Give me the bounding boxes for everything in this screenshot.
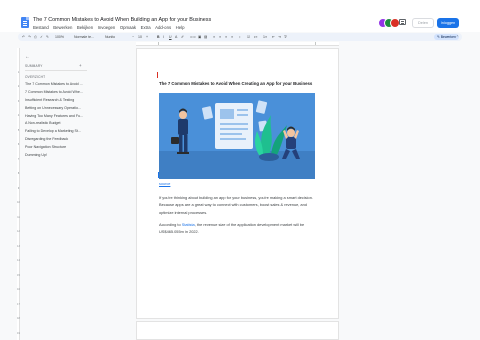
line-spacing-icon[interactable]: ↕ [239,34,241,40]
menu-edit[interactable]: Bewerken [53,25,72,30]
outline-item[interactable]: Having Too Many Features and Fu... [25,113,91,121]
ruler-tick: 1 [17,70,20,74]
ruler-margins[interactable] [158,42,316,45]
undo-icon[interactable]: ↶ [22,34,25,40]
docs-logo-icon[interactable] [21,17,29,28]
outline-item[interactable]: Betting on Unnecessary Operatio... [25,105,91,113]
align-right-icon[interactable]: ≡ [225,34,227,40]
text-color-icon[interactable]: A [175,34,177,40]
ruler-tick: 12 [17,230,20,233]
spellcheck-icon[interactable]: ✓ [40,34,43,40]
source-link[interactable]: source [159,182,170,186]
star-icon[interactable]: ☆ [190,16,195,23]
editing-mode-label: Bewerken [440,35,456,39]
statistics-paragraph[interactable]: According to Statista, the revenue size … [159,221,315,236]
ruler-tick: 14 [17,259,20,262]
font-size-input[interactable]: 10 [138,34,142,40]
ruler-tick: 9 [17,186,20,190]
horizontal-ruler[interactable] [136,42,339,46]
outline-list: The 7 Common Mistakes to Avoid ... 7 Com… [25,81,91,160]
hero-illustration[interactable] [159,93,315,179]
ruler-tick: 2 [17,85,20,88]
image-icon[interactable]: ▨ [204,34,207,40]
menu-tools[interactable]: Extra [141,25,151,30]
align-center-icon[interactable]: ≡ [219,34,221,40]
ruler-tick: 5 [17,128,20,132]
bulleted-list-icon[interactable]: •≡ [254,34,257,40]
menu-insert[interactable]: Invoegen [98,25,116,30]
ruler-tick: 19 [17,331,20,335]
intro-paragraph[interactable]: If you're thinking about building an app… [159,194,315,216]
divider [25,70,87,71]
bold-icon[interactable]: B [157,34,160,40]
link-icon[interactable]: ⊂⊃ [190,34,196,40]
ruler-tick: 18 [17,317,20,320]
outline-item[interactable]: Disregarding the Feedback [25,136,91,144]
ruler-tick: 4 [17,114,20,117]
ruler-tick: 11 [17,215,20,219]
ruler-tick: 16 [17,288,20,291]
ruler-tick: 17 [17,302,20,306]
ruler-tick: 15 [17,273,20,277]
underline-icon[interactable]: U [169,34,172,40]
text-cursor [158,172,160,178]
toolbar: ↶ ↷ ⎙ ✓ ✎ 100% Normale te... Nunito − 10… [18,33,462,41]
print-icon[interactable]: ⎙ [34,34,37,40]
menu-bar: Bestand Bewerken Bekijken Invoegen Opmaa… [33,25,184,30]
font-size-increase-icon[interactable]: + [146,34,148,40]
title-bar: The 7 Common Mistakes to Avoid When Buil… [0,0,480,32]
docs-app: The 7 Common Mistakes to Avoid When Buil… [0,0,480,340]
outline-item[interactable]: Insufficient Research & Testing [25,97,91,105]
share-button-secondary[interactable]: Delen [412,18,434,28]
font-select[interactable]: Nunito [105,34,115,40]
outline-item[interactable]: Failing to Develop a Marketing St... [25,128,91,136]
increase-indent-icon[interactable]: ⇥ [278,34,281,40]
ruler-tick: 7 [17,157,20,161]
arrow-left-icon[interactable]: ← [25,54,30,60]
add-summary-icon[interactable]: + [79,63,82,68]
statista-link[interactable]: Statista [182,222,195,227]
outline-item[interactable]: Poor Navigation Structure [25,144,91,152]
italic-icon[interactable]: I [163,34,164,40]
business-mistakes-illustration [159,93,315,179]
outline-item[interactable]: Dumming Up! [25,152,91,160]
ruler-tick: 10 [17,201,20,204]
menu-file[interactable]: Bestand [33,25,49,30]
menu-addons[interactable]: Add-ons [155,25,171,30]
paragraph-text: According to [159,222,182,227]
comment-history-icon[interactable] [399,19,406,25]
menu-format[interactable]: Opmaak [120,25,136,30]
document-title[interactable]: The 7 Common Mistakes to Avoid When Buil… [33,17,211,23]
menu-view[interactable]: Bekijken [77,25,93,30]
clear-format-icon[interactable]: T̸ [284,34,286,40]
outline-item[interactable]: A Non-realistic Budget [25,120,91,128]
numbered-list-icon[interactable]: 1≡ [263,34,267,40]
ruler-tick: 6 [17,143,20,146]
justify-icon[interactable]: ≡ [231,34,233,40]
style-select[interactable]: Normale te... [74,34,94,40]
align-left-icon[interactable]: ≡ [213,34,215,40]
vertical-ruler[interactable]: 1 2 3 4 5 6 7 8 9 10 11 12 13 14 15 16 17 18 19 [17,48,20,340]
ruler-tick: 8 [17,172,20,175]
sign-in-button[interactable]: Inloggen [437,18,459,28]
document-heading[interactable]: The 7 Common Mistakes to Avoid When Crea… [159,81,312,86]
outline-item[interactable]: 7 Common Mistakes to Avoid Whe... [25,89,91,97]
menu-help[interactable]: Help [176,25,185,30]
paint-format-icon[interactable]: ✎ [46,34,49,40]
page-break [136,318,339,322]
collaborator-cursor [157,72,159,78]
outline-label: OVERZICHT [25,75,46,79]
ruler-tick: 13 [17,244,20,248]
collapse-toolbar-icon[interactable]: ⌃ [456,34,459,40]
summary-label: SUMMARY [25,64,43,68]
checklist-icon[interactable]: ☑ [247,34,250,40]
redo-icon[interactable]: ↷ [28,34,31,40]
comment-icon[interactable]: ▣ [198,34,201,40]
font-size-decrease-icon[interactable]: − [132,34,134,40]
outline-item[interactable]: The 7 Common Mistakes to Avoid ... [25,81,91,89]
decrease-indent-icon[interactable]: ⇤ [272,34,275,40]
ruler-tick: 3 [17,99,20,103]
zoom-select[interactable]: 100% [55,34,64,40]
highlight-icon[interactable]: ✐ [181,34,184,40]
